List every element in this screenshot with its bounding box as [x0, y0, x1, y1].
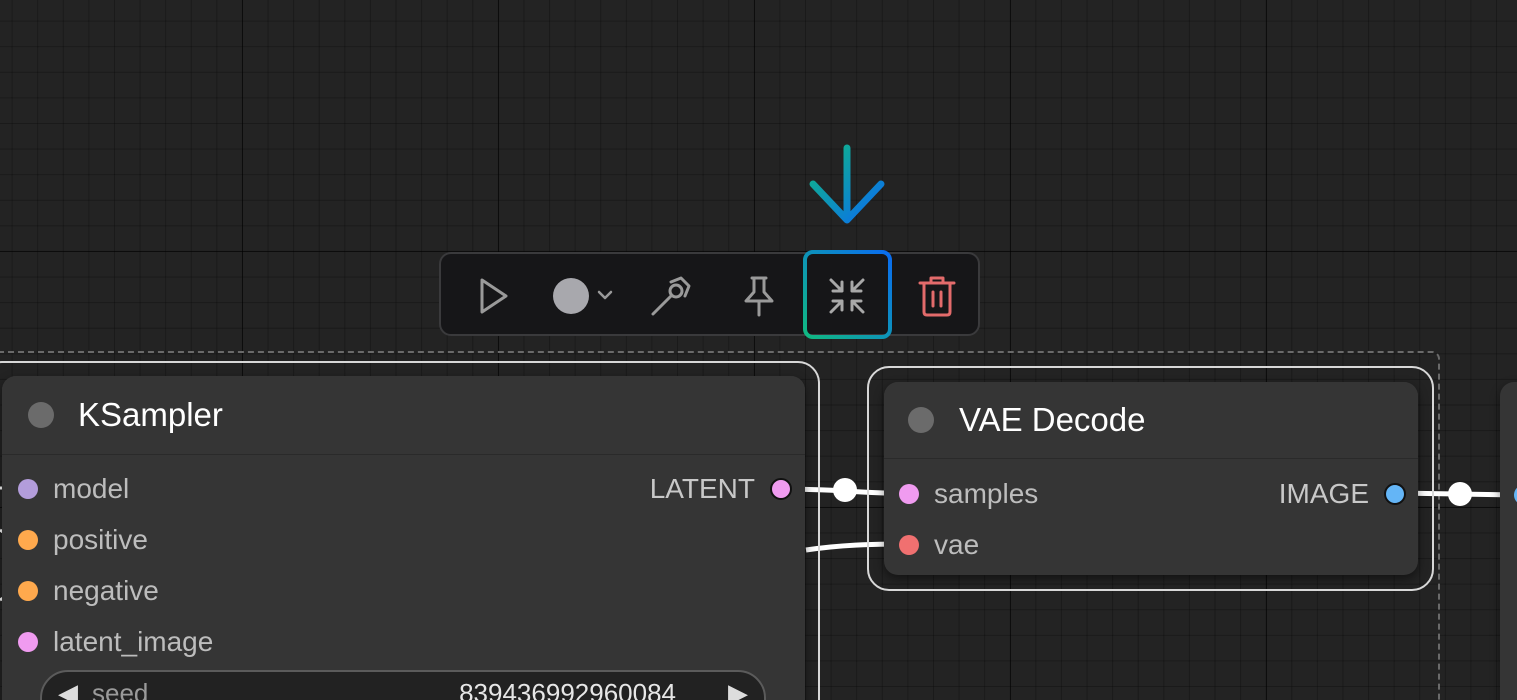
- slot-positive-label: positive: [53, 524, 148, 555]
- slot-latent-image-dot[interactable]: [18, 632, 38, 652]
- output-latent-dot[interactable]: [770, 478, 792, 500]
- bypass-icon: [651, 276, 691, 316]
- ksampler-node[interactable]: KSampler model positive negative latent_…: [2, 376, 805, 700]
- seed-widget[interactable]: ◀ seed 839436992960084 ▶: [40, 670, 766, 700]
- seed-widget-value[interactable]: 839436992960084: [459, 678, 676, 700]
- pin-icon: [744, 276, 774, 317]
- ksampler-collapse-dot[interactable]: [28, 402, 54, 428]
- ksampler-header[interactable]: KSampler: [2, 376, 805, 455]
- graph-canvas[interactable]: KSampler model positive negative latent_…: [0, 0, 1517, 700]
- slot-samples-dot[interactable]: [899, 484, 919, 504]
- collapse-button[interactable]: [821, 270, 873, 322]
- down-arrow-indicator-icon: [809, 144, 885, 224]
- vae-decode-collapse-dot[interactable]: [908, 407, 934, 433]
- slot-model-label: model: [53, 473, 130, 504]
- slot-vae-label: vae: [934, 529, 980, 560]
- selection-toolbox: [439, 252, 980, 336]
- seed-increment-arrow[interactable]: ▶: [728, 678, 748, 700]
- slot-samples-label: samples: [934, 478, 1039, 509]
- vae-decode-node[interactable]: VAE Decode samples vae IMAGE: [884, 382, 1418, 575]
- play-icon: [480, 278, 508, 314]
- link-midpoint-latent: [833, 478, 857, 502]
- slot-positive-dot[interactable]: [18, 530, 38, 550]
- circle-color-icon: [553, 278, 613, 314]
- collapse-icon: [829, 278, 865, 314]
- output-latent-label: LATENT: [649, 473, 755, 504]
- color-picker-button[interactable]: [549, 270, 621, 322]
- slot-negative-label: negative: [53, 575, 159, 606]
- pin-button[interactable]: [733, 270, 785, 322]
- delete-button[interactable]: [911, 270, 963, 322]
- slot-latent-image-label: latent_image: [53, 626, 214, 657]
- slot-vae-dot[interactable]: [899, 535, 919, 555]
- execute-button[interactable]: [467, 270, 519, 322]
- vae-decode-header[interactable]: VAE Decode: [884, 382, 1418, 459]
- seed-widget-label: seed: [92, 678, 149, 700]
- slot-negative-dot[interactable]: [18, 581, 38, 601]
- bypass-button[interactable]: [645, 270, 697, 322]
- ksampler-title: KSampler: [78, 396, 223, 433]
- seed-decrement-arrow[interactable]: ◀: [58, 678, 78, 700]
- slot-model-dot[interactable]: [18, 479, 38, 499]
- trash-icon: [918, 276, 956, 317]
- link-midpoint-image: [1448, 482, 1472, 506]
- next-node-partial[interactable]: [1500, 382, 1517, 700]
- output-image-dot[interactable]: [1384, 483, 1406, 505]
- output-image-label: IMAGE: [1278, 478, 1369, 509]
- vae-decode-title: VAE Decode: [959, 401, 1146, 438]
